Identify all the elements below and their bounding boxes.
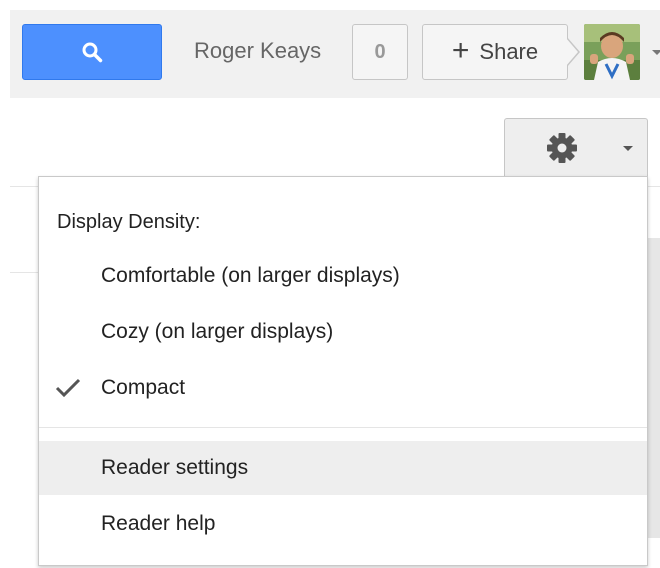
checkmark-icon: [55, 378, 81, 398]
avatar-image: [584, 24, 640, 80]
menu-item-compact[interactable]: Compact: [39, 361, 647, 415]
gear-icon: [547, 133, 577, 163]
display-density-heading: Display Density:: [57, 211, 201, 233]
search-icon: [82, 42, 103, 63]
menu-divider: [39, 427, 647, 428]
menu-item-label: Reader help: [101, 512, 216, 535]
menu-item-comfortable[interactable]: Comfortable (on larger displays): [39, 249, 647, 303]
menu-item-label: Compact: [101, 376, 186, 399]
menu-item-label: Comfortable (on larger displays): [101, 264, 400, 287]
plus-icon: +: [451, 34, 470, 67]
share-button[interactable]: + Share: [422, 24, 568, 80]
user-name[interactable]: Roger Keays: [194, 38, 321, 64]
settings-button[interactable]: [504, 118, 648, 176]
background-scrollbar: [648, 238, 660, 538]
settings-dropdown-menu: Display Density: Comfortable (on larger …: [38, 176, 648, 566]
top-bar: Roger Keays 0 + Share: [10, 10, 660, 98]
share-callout-arrow-inner: [566, 38, 578, 66]
page: Roger Keays 0 + Share Display Density: C…: [0, 0, 660, 568]
menu-item-label: Cozy (on larger displays): [101, 320, 334, 343]
menu-item-label: Reader settings: [101, 456, 249, 479]
share-label: Share: [479, 39, 539, 64]
search-button[interactable]: [22, 24, 162, 80]
menu-item-reader-settings[interactable]: Reader settings: [39, 441, 647, 495]
chevron-down-icon: [623, 146, 633, 151]
notification-count-button[interactable]: 0: [352, 24, 408, 80]
user-avatar[interactable]: [584, 24, 640, 80]
account-menu-caret-icon[interactable]: [652, 50, 660, 55]
menu-item-reader-help[interactable]: Reader help: [39, 497, 647, 551]
menu-item-cozy[interactable]: Cozy (on larger displays): [39, 305, 647, 359]
